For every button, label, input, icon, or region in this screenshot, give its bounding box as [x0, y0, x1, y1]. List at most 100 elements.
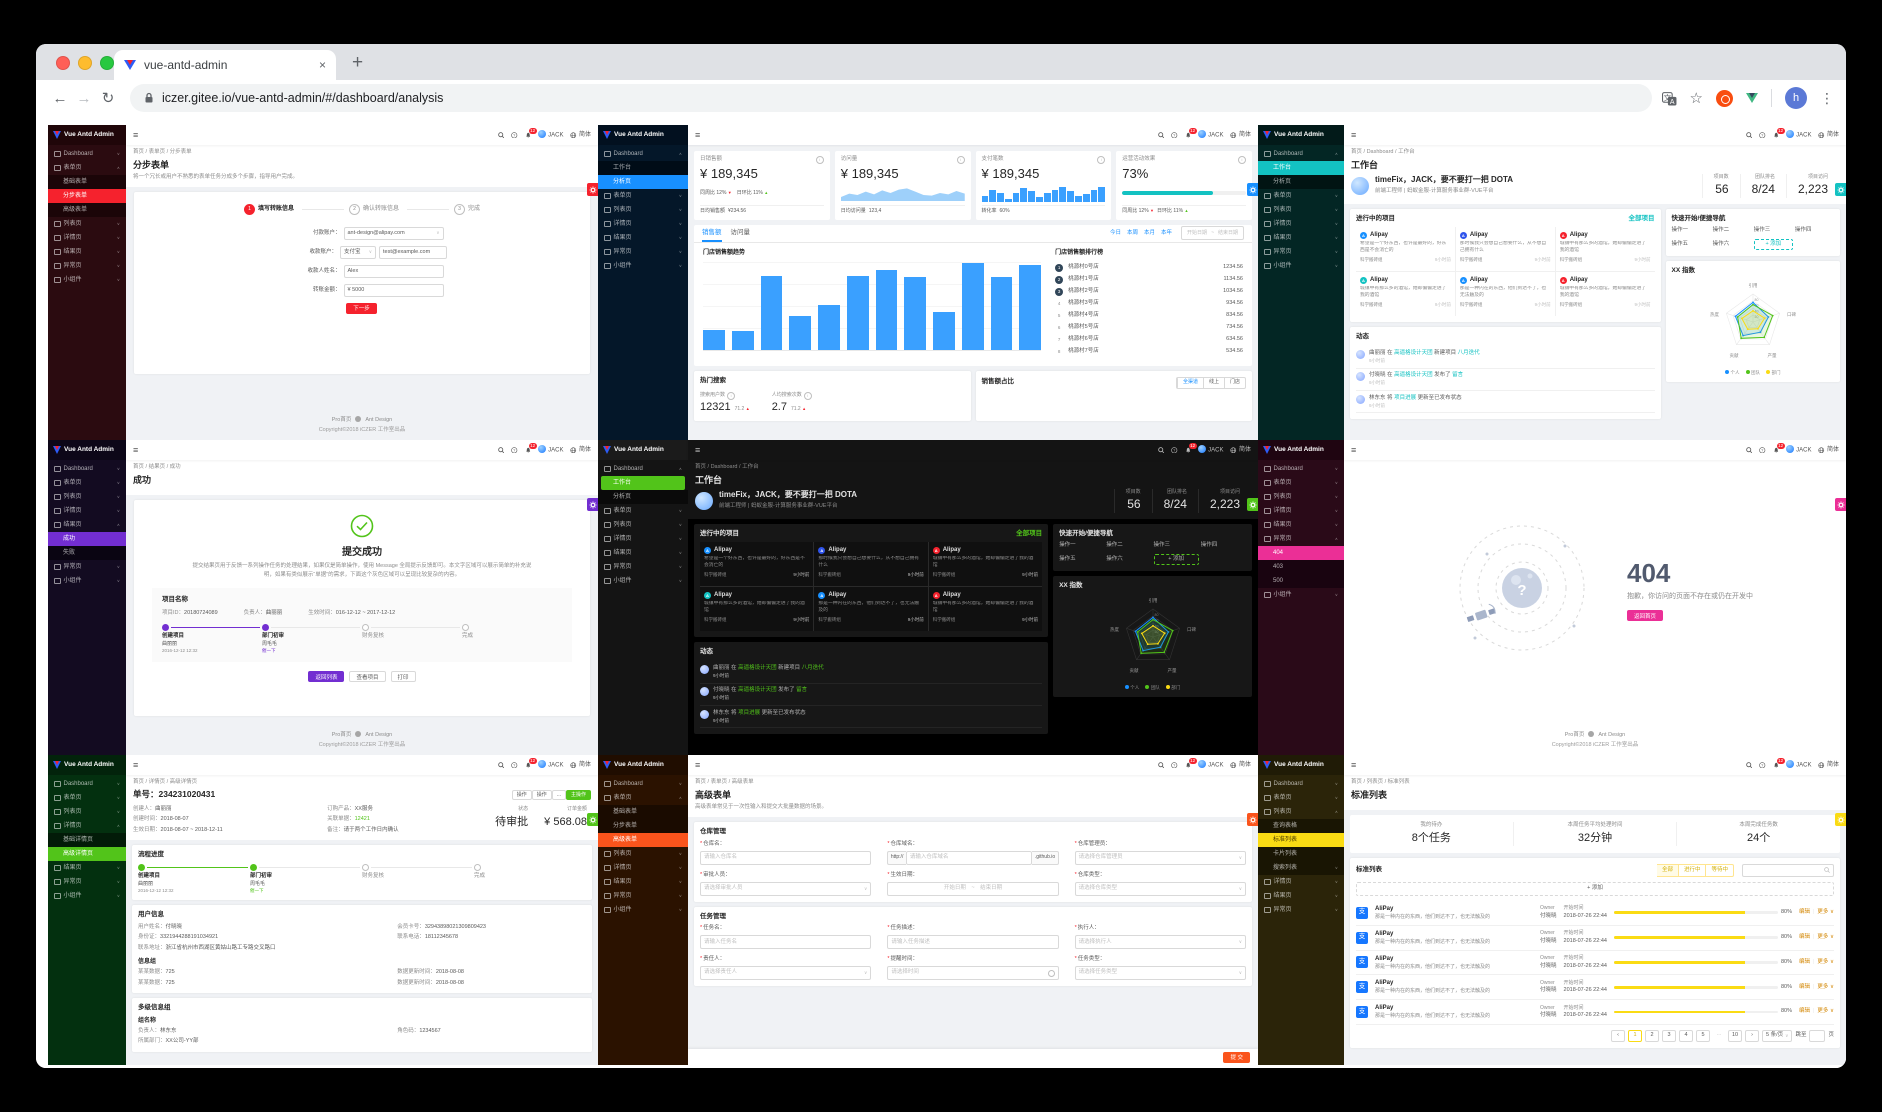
quick-op-link[interactable]: 操作四	[1201, 542, 1246, 549]
page-button[interactable]: 5	[1696, 1030, 1711, 1043]
info-icon[interactable]: i	[956, 156, 965, 164]
search-icon[interactable]	[1745, 762, 1753, 769]
search-icon[interactable]	[497, 762, 505, 769]
theme-settings-gear[interactable]	[1247, 813, 1258, 826]
bar[interactable]	[904, 276, 927, 350]
new-tab-button[interactable]: +	[352, 52, 363, 74]
minimize-window-button[interactable]	[78, 56, 92, 70]
edit-link[interactable]: 编辑	[1799, 1008, 1810, 1015]
notification-bell-icon[interactable]: 12	[1773, 127, 1785, 139]
date-range-picker[interactable]: 开始日期 ~ 结束日期	[1181, 226, 1244, 241]
sidebar-item[interactable]: Dashboard ∧	[1258, 147, 1344, 161]
help-icon[interactable]: ?	[1759, 131, 1766, 139]
help-icon[interactable]: ?	[1759, 761, 1766, 769]
sidebar-item[interactable]: 表单页 ∨	[598, 189, 688, 203]
app-logo[interactable]: Vue Antd Admin	[48, 440, 126, 460]
footer-link-home[interactable]: Pro首页	[1565, 732, 1585, 738]
theme-settings-gear[interactable]	[587, 813, 598, 826]
group-link[interactable]: 科学搬砖组	[704, 617, 727, 623]
sidebar-item[interactable]: Dashboard ∨	[48, 147, 126, 161]
sidebar-collapse-icon[interactable]: ≡	[133, 759, 138, 771]
range-link[interactable]: 本年	[1161, 230, 1172, 237]
group-link[interactable]: 科学搬砖组	[1360, 302, 1383, 308]
close-tab-icon[interactable]: ×	[319, 58, 326, 72]
address-bar[interactable]: iczer.gitee.io/vue-antd-admin/#/dashboar…	[130, 84, 1652, 112]
bar[interactable]	[961, 262, 984, 350]
more-link[interactable]: 更多 ∨	[1817, 909, 1834, 916]
breadcrumb[interactable]: 首页 / Dashboard / 工作台	[695, 464, 1251, 471]
github-icon[interactable]	[1588, 731, 1595, 738]
extension-icon-orange[interactable]	[1716, 89, 1733, 107]
project-card[interactable]: A Alipay 那是一种内在的东西，他们到达不了，也无法触及的 科学搬砖组 9小时前	[1455, 272, 1555, 317]
edit-link[interactable]: 编辑	[1799, 959, 1810, 966]
sidebar-item[interactable]: 分析页	[1258, 175, 1344, 189]
sidebar-item[interactable]: Dashboard ∧	[598, 147, 688, 161]
sidebar-item[interactable]: 小组件 ∨	[598, 259, 688, 273]
sidebar-item[interactable]: 结果页 ∧	[48, 518, 126, 532]
app-logo[interactable]: Vue Antd Admin	[598, 440, 688, 460]
user-menu[interactable]: JACK	[1786, 760, 1811, 770]
forward-button[interactable]: →	[72, 90, 96, 107]
notification-bell-icon[interactable]: 12	[525, 757, 537, 769]
all-projects-link[interactable]: 全部项目	[1629, 215, 1655, 224]
app-logo[interactable]: Vue Antd Admin	[598, 125, 688, 145]
theme-settings-gear[interactable]	[587, 498, 598, 511]
sidebar-item[interactable]: 异常页 ∨	[598, 245, 688, 259]
user-menu[interactable]: JACK	[1198, 130, 1223, 140]
sidebar-item[interactable]: 高级详情页	[48, 847, 126, 861]
payee-account-input[interactable]: test@example.com	[379, 245, 447, 259]
form-control[interactable]: 请选择执行人 ∨	[1074, 935, 1246, 950]
sidebar-item[interactable]: 详情页 ∨	[48, 504, 126, 518]
breadcrumb[interactable]: 首页 / 详情页 / 高级详情页	[133, 779, 591, 786]
help-icon[interactable]: ?	[511, 446, 518, 454]
quick-op-link[interactable]: 操作二	[1106, 542, 1151, 549]
user-menu[interactable]: JACK	[538, 445, 563, 455]
form-control[interactable]: 请输入仓库域名∨	[905, 850, 1033, 865]
browser-menu-icon[interactable]: ⋮	[1820, 90, 1834, 107]
help-icon[interactable]: ?	[511, 761, 518, 769]
search-icon[interactable]	[1157, 447, 1165, 454]
range-link[interactable]: 本月	[1144, 230, 1155, 237]
page-button[interactable]: 4	[1679, 1030, 1694, 1043]
search-icon[interactable]	[1157, 762, 1165, 769]
sidebar-item[interactable]: 标准列表	[1258, 833, 1344, 847]
sidebar-item[interactable]: 工作台	[601, 476, 685, 490]
bar[interactable]	[846, 275, 869, 350]
sidebar-item[interactable]: 查询表格	[1258, 819, 1344, 833]
task-row[interactable]: 支 AliPay 那是一种内在的东西，他们到达不了，也无法触及的 Owner 付晓晓…	[1356, 975, 1834, 1001]
page-button[interactable]: 10	[1728, 1030, 1743, 1043]
back-button[interactable]: ←	[48, 90, 72, 107]
project-card[interactable]: A Alipay 城镇中有那么多的酒馆，她却偏偏走进了我的酒馆 科学搬砖组 9小时前	[1555, 227, 1655, 272]
footer-link-antd[interactable]: Ant Design	[1598, 732, 1625, 738]
sidebar-item[interactable]: 404	[1258, 546, 1344, 560]
app-logo[interactable]: Vue Antd Admin	[48, 125, 126, 145]
sidebar-item[interactable]: 卡片列表	[1258, 847, 1344, 861]
project-card[interactable]: A Alipay 城镇中有那么多的酒馆，她却偏偏走进了我的酒馆 科学搬砖组 9小时前	[1356, 272, 1455, 317]
group-link[interactable]: 科学搬砖组	[933, 617, 956, 623]
activity-link[interactable]: 八月迭代	[1458, 350, 1480, 356]
more-link[interactable]: 更多 ∨	[1817, 959, 1834, 966]
bar[interactable]	[789, 315, 812, 350]
sidebar-collapse-icon[interactable]: ≡	[695, 444, 700, 456]
sidebar-item[interactable]: Dashboard ∨	[598, 777, 688, 791]
all-projects-link[interactable]: 全部项目	[1016, 530, 1042, 539]
sidebar-item[interactable]: 小组件 ∨	[1258, 588, 1344, 602]
user-menu[interactable]: JACK	[1198, 760, 1223, 770]
sidebar-item[interactable]: 结果页 ∨	[1258, 518, 1344, 532]
search-icon[interactable]	[1745, 132, 1753, 139]
sidebar-item[interactable]: 结果页 ∨	[1258, 889, 1344, 903]
quick-op-link[interactable]: 操作六	[1713, 241, 1752, 248]
sidebar-item[interactable]: 搜索列表 ∨	[1258, 861, 1344, 875]
language-switcher[interactable]: 简体	[570, 761, 591, 769]
user-menu[interactable]: JACK	[1786, 445, 1811, 455]
notification-bell-icon[interactable]: 12	[1185, 127, 1197, 139]
sidebar-item[interactable]: 小组件 ∨	[598, 574, 688, 588]
sidebar-item[interactable]: 工作台	[1258, 161, 1344, 175]
sidebar-item[interactable]: 表单页 ∨	[1258, 189, 1344, 203]
task-row[interactable]: 支 AliPay 那是一种内在的东西，他们到达不了，也无法触及的 Owner 付晓晓…	[1356, 1000, 1834, 1026]
range-link[interactable]: 今日	[1110, 230, 1121, 237]
search-icon[interactable]	[497, 447, 505, 454]
result-button[interactable]: 查看项目	[349, 671, 386, 683]
sidebar-item[interactable]: 异常页 ∨	[598, 889, 688, 903]
page-button[interactable]: 2	[1645, 1030, 1660, 1043]
